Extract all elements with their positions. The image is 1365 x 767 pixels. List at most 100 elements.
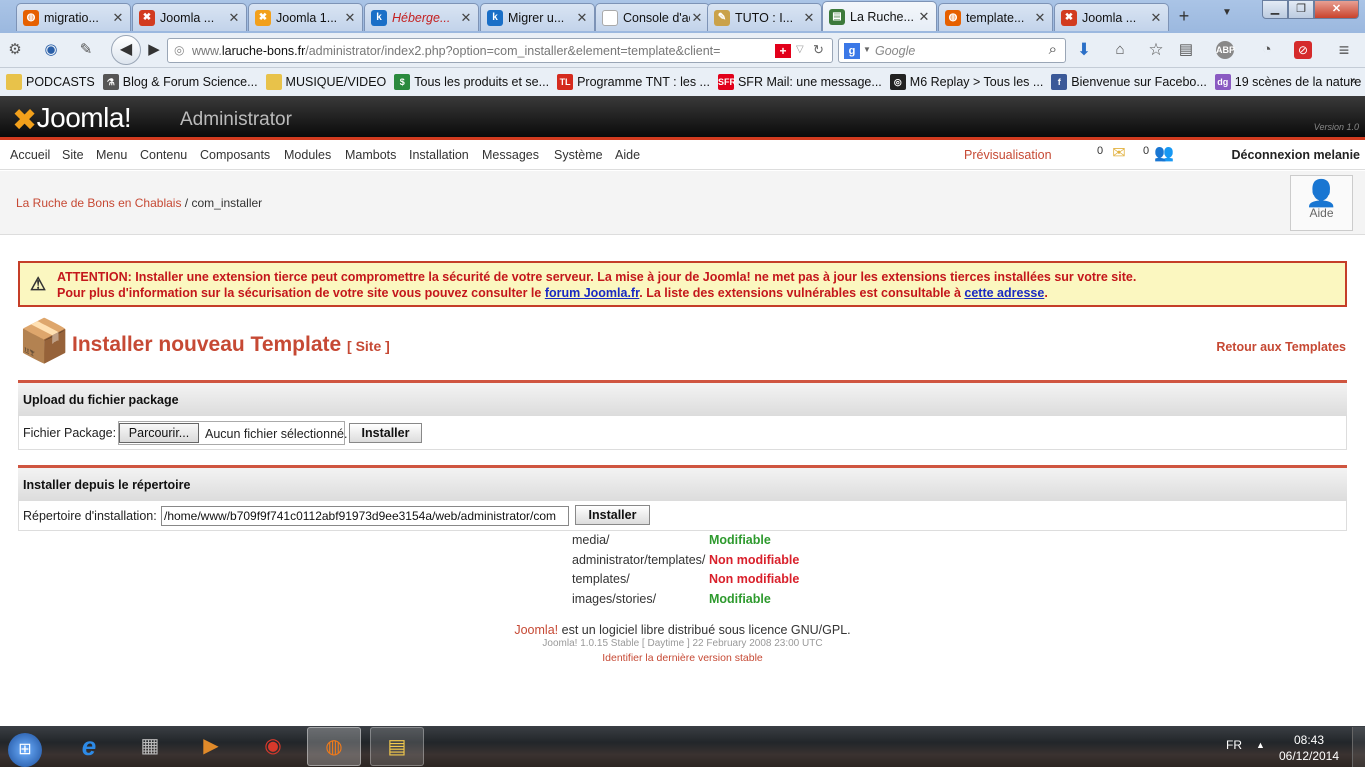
addon-red-icon[interactable]: ⊘ (1294, 41, 1312, 59)
installer-package-icon: 📦 (18, 317, 71, 364)
menu-item[interactable]: Messages (482, 148, 539, 162)
vulnerable-extensions-link[interactable]: cette adresse (964, 286, 1044, 300)
install-directory-button[interactable]: Installer (575, 505, 650, 525)
bookmark-item[interactable]: f Bienvenue sur Facebo... (1051, 74, 1207, 90)
bookmark-item[interactable]: dg 19 scènes de la nature ... (1214, 74, 1365, 90)
internet-explorer-icon[interactable]: e (62, 727, 116, 766)
bookmark-item[interactable]: ▬ PODCASTS (6, 74, 95, 90)
minimize-button[interactable]: ▁ (1262, 0, 1288, 19)
tab-6[interactable]: ✎ TUTO : I... ✕ (707, 3, 822, 31)
history-icon[interactable]: ◔ (1256, 39, 1278, 61)
tab-close-icon[interactable]: ✕ (1033, 10, 1047, 26)
menu-item[interactable]: Aide (615, 148, 640, 162)
adblock-icon[interactable]: ABP (1216, 41, 1235, 59)
tab-7[interactable]: ▤ La Ruche... ✕ (822, 1, 937, 31)
search-input[interactable]: g ▼ Google ⌕ (838, 38, 1066, 63)
tray-expand-icon[interactable]: ▲ (1256, 741, 1265, 750)
sync-icon[interactable]: ◉ (40, 39, 62, 61)
tab-close-icon[interactable]: ✕ (802, 10, 816, 26)
forward-button[interactable]: ▶ (143, 39, 165, 61)
bookmark-item[interactable]: $ Tous les produits et se... (394, 74, 549, 90)
messages-icon[interactable]: ✉ (1106, 146, 1132, 164)
language-indicator[interactable]: FR (1226, 738, 1242, 752)
tab-close-icon[interactable]: ✕ (459, 10, 473, 26)
browse-button[interactable]: Parcourir... (119, 423, 199, 443)
bookmark-item[interactable]: ▬ MUSIQUE/VIDEO (265, 74, 386, 90)
tab-list-icon[interactable]: ▼ (1219, 8, 1235, 24)
tab-2[interactable]: ✖ Joomla 1... ✕ (248, 3, 363, 31)
tab-5[interactable]: Console d'ad...✕ (595, 3, 710, 31)
tab-close-icon[interactable]: ✕ (343, 10, 357, 26)
media-player-icon[interactable]: ▶ (184, 727, 238, 766)
back-to-templates-link[interactable]: Retour aux Templates (1216, 340, 1346, 354)
menu-item[interactable]: Site (62, 148, 84, 162)
menu-item[interactable]: Système (554, 148, 603, 162)
back-button[interactable]: ◀ (111, 35, 141, 65)
tab-1[interactable]: ✖ Joomla ... ✕ (132, 3, 247, 31)
menu-item[interactable]: Mambots (345, 148, 396, 162)
url-dropdown-icon[interactable]: ▽ (796, 45, 804, 55)
bookmark-label: 19 scènes de la nature ... (1234, 75, 1365, 89)
tab-0[interactable]: ◍ migratio... ✕ (16, 3, 131, 31)
tab-close-icon[interactable]: ✕ (111, 10, 125, 26)
search-icon[interactable]: ⌕ (1049, 42, 1057, 57)
preview-link[interactable]: Prévisualisation (964, 148, 1052, 162)
folder-taskbar-icon[interactable]: ▤ (370, 727, 424, 766)
directory-label: Répertoire d'installation: (23, 509, 157, 523)
tab-close-icon[interactable]: ✕ (1149, 10, 1163, 26)
bookmark-item[interactable]: ⚗ Blog & Forum Science... (102, 74, 258, 90)
extension-icon[interactable]: ✎ (75, 39, 97, 61)
directory-path: images/stories/ (572, 591, 657, 606)
tab-close-icon[interactable]: ✕ (690, 10, 704, 26)
firefox-taskbar-icon[interactable]: ◍ (307, 727, 361, 766)
bookmark-item[interactable]: SFR SFR Mail: une message... (717, 74, 882, 90)
search-engine-dropdown-icon[interactable]: ▼ (863, 46, 871, 54)
bookmarks-overflow-icon[interactable]: » (1350, 74, 1357, 86)
directory-section: Répertoire d'installation: Installer (18, 501, 1347, 531)
bookmark-item[interactable]: TL Programme TNT : les ... (557, 74, 710, 90)
start-button[interactable]: ⊞ (2, 727, 48, 767)
menu-item[interactable]: Modules (284, 148, 331, 162)
tab-close-icon[interactable]: ✕ (575, 10, 589, 26)
google-icon[interactable]: g (844, 43, 860, 59)
online-users-icon[interactable]: 👥 (1151, 146, 1177, 164)
logout-link[interactable]: Déconnexion melanie (1231, 148, 1360, 162)
tab-close-icon[interactable]: ✕ (227, 10, 241, 26)
file-explorer-icon[interactable]: ▦ (123, 727, 177, 766)
maximize-button[interactable]: ❐ (1288, 0, 1314, 19)
reload-icon[interactable]: ↻ (813, 43, 824, 56)
forum-link[interactable]: forum Joomla.fr (545, 286, 639, 300)
tab-8[interactable]: ◍ template... ✕ (938, 3, 1053, 31)
menu-item[interactable]: Accueil (10, 148, 50, 162)
close-window-button[interactable]: ✕ (1314, 0, 1359, 19)
tab-4[interactable]: k Migrer u... ✕ (480, 3, 595, 31)
bookmark-star-icon[interactable]: ☆ (1145, 39, 1167, 61)
help-button[interactable]: 👤 Aide (1290, 175, 1353, 231)
menu-item[interactable]: Menu (96, 148, 127, 162)
install-package-button[interactable]: Installer (349, 423, 422, 443)
menu-item[interactable]: Composants (200, 148, 270, 162)
bookmark-label: Blog & Forum Science... (122, 75, 258, 89)
menu-item[interactable]: Contenu (140, 148, 187, 162)
new-tab-icon[interactable]: + (1172, 6, 1196, 28)
breadcrumb: La Ruche de Bons en Chablais / com_insta… (16, 196, 262, 210)
addon-icon[interactable]: ⚙ (4, 39, 26, 61)
directory-input[interactable] (161, 506, 569, 526)
show-desktop-button[interactable] (1352, 727, 1365, 767)
latest-version-link[interactable]: Identifier la dernière version stable (0, 652, 1365, 664)
footer-brand-link[interactable]: Joomla! (514, 623, 558, 637)
bookmark-item[interactable]: ◎ M6 Replay > Tous les ... (889, 74, 1043, 90)
tab-9[interactable]: ✖ Joomla ... ✕ (1054, 3, 1169, 31)
file-input[interactable]: Parcourir... Aucun fichier sélectionné. (118, 421, 347, 445)
home-icon[interactable]: ⌂ (1109, 39, 1131, 61)
menu-item[interactable]: Installation (409, 148, 469, 162)
chrome-icon[interactable]: ◉ (246, 727, 300, 766)
clock[interactable]: 08:43 06/12/2014 (1276, 732, 1342, 764)
breadcrumb-site-link[interactable]: La Ruche de Bons en Chablais (16, 196, 181, 210)
tab-close-icon[interactable]: ✕ (917, 9, 931, 25)
reading-list-icon[interactable]: ▤ (1175, 39, 1197, 61)
url-bar[interactable]: ◎ www. laruche-bons.fr/administrator/inde… (167, 38, 833, 63)
menu-icon[interactable]: ≡ (1333, 39, 1355, 61)
tab-3[interactable]: k Héberge... ✕ (364, 3, 479, 31)
download-icon[interactable]: ⬇ (1073, 39, 1095, 61)
